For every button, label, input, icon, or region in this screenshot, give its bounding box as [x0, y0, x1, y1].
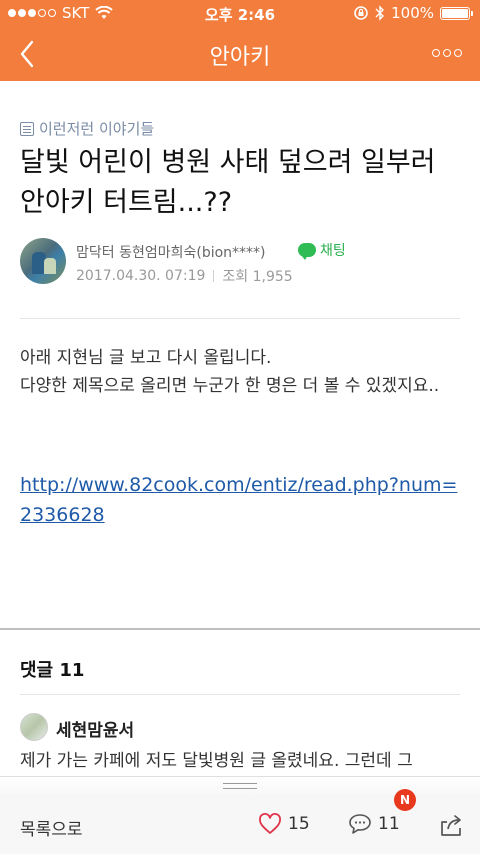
drag-handle-icon [223, 783, 257, 789]
article-title: 달빛 어린이 병원 사태 덮으려 일부러 안아키 터트림...?? [20, 147, 436, 218]
body-line: 아래 지현님 글 보고 다시 올립니다. [20, 348, 272, 368]
more-dot [454, 49, 462, 57]
share-button[interactable] [438, 812, 464, 838]
comment-count: 11 [378, 814, 400, 834]
comments-heading: 댓글 11 [20, 660, 85, 681]
comment-avatar[interactable] [20, 713, 48, 741]
like-count: 15 [288, 814, 310, 834]
comment-author[interactable]: 세현맘윤서 [56, 716, 134, 741]
comments-divider [20, 694, 460, 695]
rotation-lock-icon [354, 6, 368, 20]
more-dot [443, 49, 451, 57]
battery-icon [440, 6, 473, 20]
board-category-label: 이런저런 이야기들 [39, 120, 155, 138]
battery-percent: 100% [391, 4, 434, 22]
article-link[interactable]: http://www.82cook.com/entiz/read.php?num… [20, 470, 465, 530]
author-name[interactable]: 맘닥터 동현엄마희숙(bion****) [76, 242, 266, 262]
chat-bubble-icon [298, 243, 316, 260]
view-count: 조회 1,955 [222, 269, 293, 285]
status-right: 100% [353, 4, 473, 22]
bluetooth-icon [375, 5, 385, 21]
more-dot [432, 49, 440, 57]
nav-bar: 안아키 [0, 27, 480, 81]
like-button[interactable]: 15 [258, 813, 310, 835]
back-to-list-button[interactable]: 목록으로 [20, 815, 83, 840]
comments-button[interactable]: 11 [348, 813, 400, 835]
header-divider [20, 318, 460, 319]
heart-icon [259, 813, 281, 834]
chat-label: 채팅 [320, 243, 346, 259]
page-title: 안아키 [209, 45, 271, 70]
more-button[interactable] [432, 43, 464, 63]
post-date: 2017.04.30. 07:19 [76, 268, 206, 284]
comment-text: 제가 가는 카페에 저도 달빛병원 글 올렸네요. 그런데 그 [20, 751, 413, 771]
chat-button[interactable]: 채팅 [298, 240, 346, 260]
new-badge: N [394, 789, 416, 811]
board-category-link[interactable]: 이런저런 이야기들 [20, 118, 154, 139]
share-icon [441, 815, 461, 836]
article-meta: 2017.04.30. 07:19 조회 1,955 [76, 266, 293, 286]
comment-bubble-icon [349, 814, 371, 834]
section-divider [0, 628, 480, 630]
author-block: 맘닥터 동현엄마희숙(bion****) 채팅 2017.04.30. 07:1… [20, 238, 460, 288]
status-bar: SKT 오후 2:46 100% [0, 0, 480, 27]
avatar[interactable] [20, 238, 66, 284]
meta-separator [213, 270, 215, 282]
article-body: 아래 지현님 글 보고 다시 올립니다. 다양한 제목으로 올리면 누군가 한 … [20, 344, 465, 400]
list-icon [20, 121, 34, 136]
body-line: 다양한 제목으로 올리면 누군가 한 명은 더 볼 수 있겠지요.. [20, 376, 440, 396]
